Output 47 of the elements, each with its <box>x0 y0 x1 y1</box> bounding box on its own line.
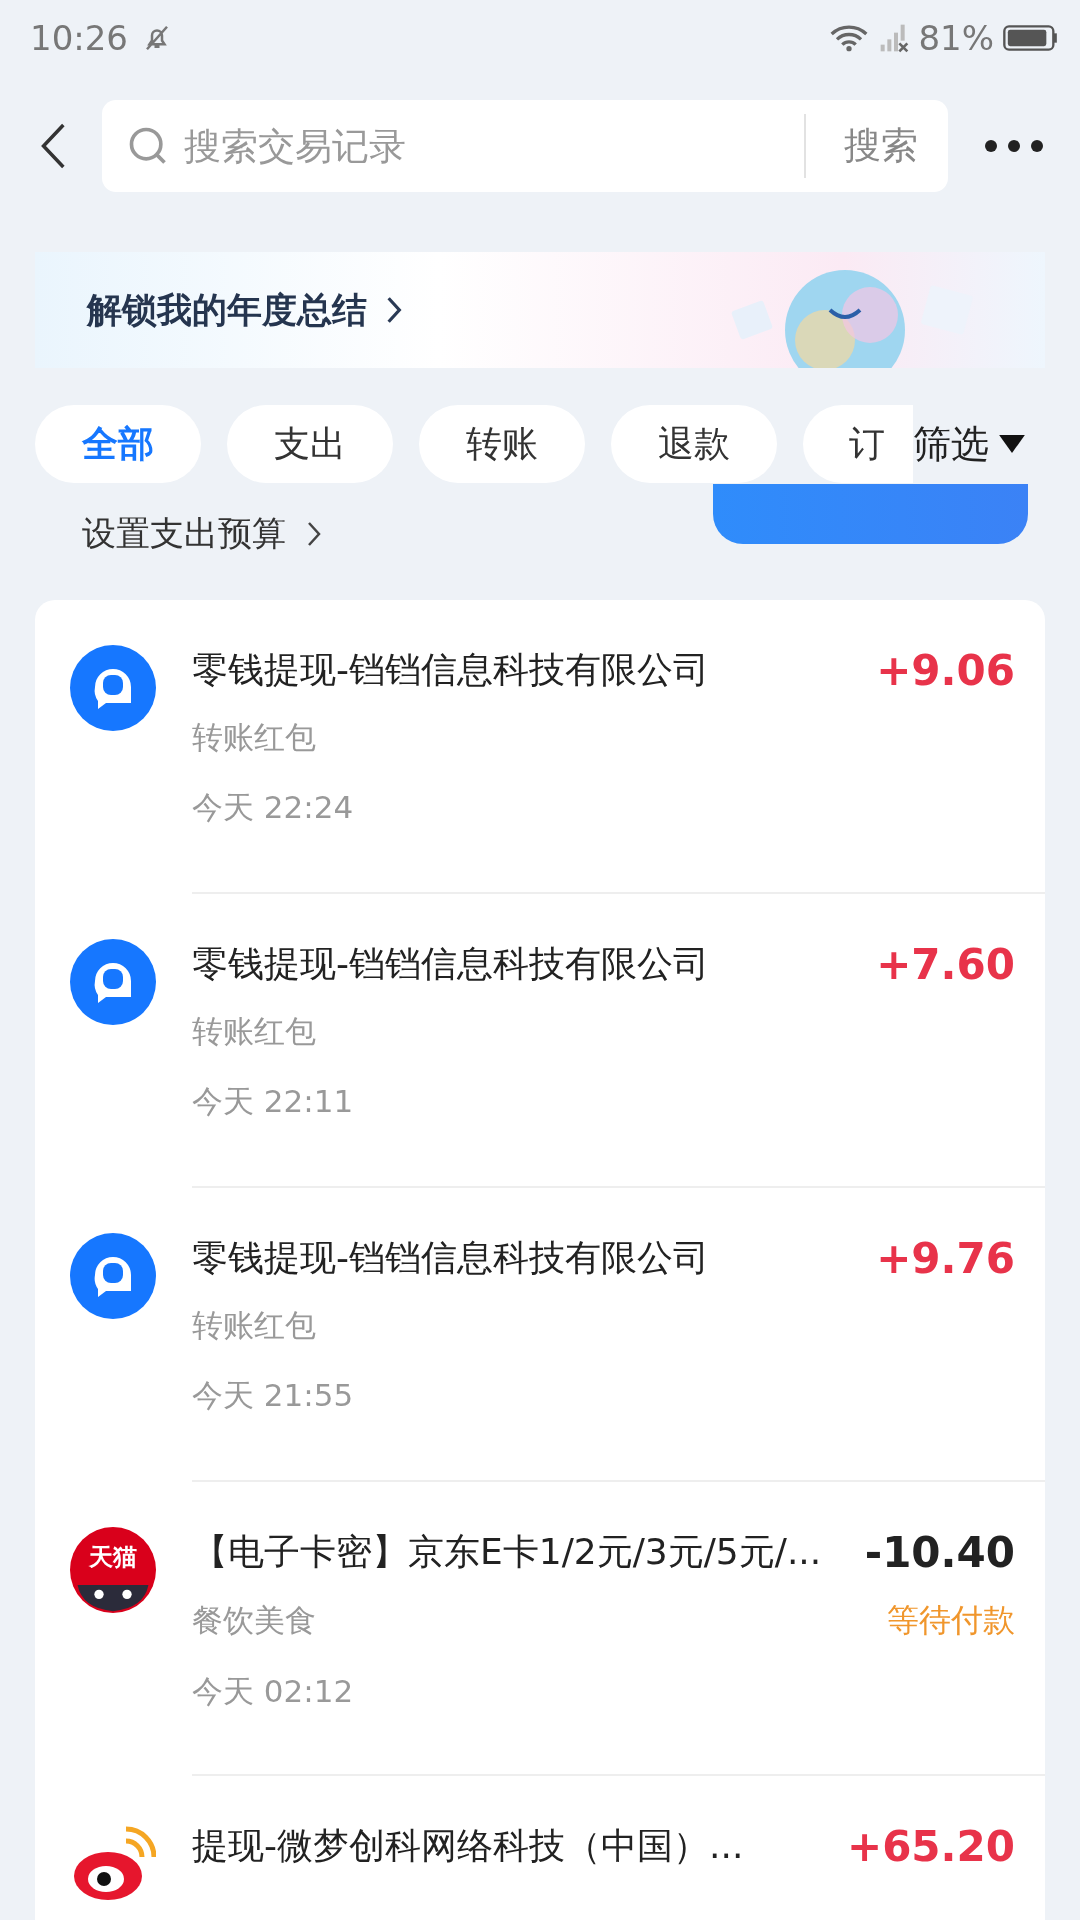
filter-tab[interactable]: 全部 <box>35 405 201 483</box>
filter-tab[interactable]: 退款 <box>611 405 777 483</box>
chevron-icon <box>385 295 403 325</box>
transaction-row[interactable]: 零钱提现-铛铛信息科技有限公司 +9.06 转账红包 今天 22:24 <box>35 600 1045 894</box>
transaction-row[interactable]: 零钱提现-铛铛信息科技有限公司 +7.60 转账红包 今天 22:11 <box>35 894 1045 1188</box>
more-icon[interactable] <box>982 139 1046 153</box>
transaction-title: 【电子卡密】京东E卡1/2元/3元/5元/... <box>192 1530 822 1574</box>
transaction-category: 转账红包 <box>192 1306 316 1345</box>
transaction-amount: +65.20 <box>846 1822 1015 1871</box>
filter-button[interactable]: 筛选 <box>913 418 989 470</box>
transaction-time: 今天 21:55 <box>192 1376 355 1415</box>
chevron-icon <box>306 520 322 548</box>
transaction-amount: +7.60 <box>876 940 1015 989</box>
search-field[interactable]: 搜索交易记录 搜索 <box>102 100 948 192</box>
filter-tab[interactable]: 订 <box>803 405 913 483</box>
transaction-time: 今天 22:11 <box>192 1082 355 1121</box>
transaction-amount: -10.40 <box>864 1528 1015 1577</box>
transaction-category: 转账红包 <box>192 1012 316 1051</box>
search-button[interactable]: 搜索 <box>818 121 918 171</box>
signal-icon <box>878 22 911 54</box>
transaction-row[interactable]: 提现-微梦创科网络科技（中国）... +65.20 <box>35 1776 1045 1920</box>
transaction-status: 等待付款 <box>887 1600 1015 1641</box>
dropdown-icon <box>999 435 1025 453</box>
transaction-title: 提现-微梦创科网络科技（中国）... <box>192 1824 744 1868</box>
transaction-time: 今天 02:12 <box>192 1672 355 1711</box>
transaction-time: 今天 22:24 <box>192 788 355 827</box>
transaction-title: 零钱提现-铛铛信息科技有限公司 <box>192 942 709 986</box>
battery-percent: 81% <box>918 18 994 58</box>
transaction-title: 零钱提现-铛铛信息科技有限公司 <box>192 648 709 692</box>
budget-link[interactable]: 设置支出预算 <box>82 511 286 557</box>
year-summary-banner[interactable]: 解锁我的年度总结 <box>35 252 1045 368</box>
transaction-row[interactable]: 零钱提现-铛铛信息科技有限公司 +9.76 转账红包 今天 21:55 <box>35 1188 1045 1482</box>
transaction-row[interactable]: 天猫 【电子卡密】京东E卡1/2元/3元/5元/... -10.40 餐饮美食 等待付款 今天 02:12 <box>35 1482 1045 1776</box>
chat-bubble-icon <box>70 645 156 731</box>
transaction-title: 零钱提现-铛铛信息科技有限公司 <box>192 1236 709 1280</box>
transaction-amount: +9.06 <box>876 646 1015 695</box>
chat-bubble-icon <box>70 1233 156 1319</box>
transaction-category: 餐饮美食 <box>192 1601 316 1640</box>
battery-icon <box>1002 24 1058 52</box>
chat-bubble-icon <box>70 939 156 1025</box>
filter-tab[interactable]: 支出 <box>227 405 393 483</box>
transaction-category: 转账红包 <box>192 718 316 757</box>
tmall-icon: 天猫 <box>70 1527 156 1613</box>
filter-tab[interactable]: 转账 <box>419 405 585 483</box>
status-time: 10:26 <box>30 18 128 58</box>
transaction-amount: +9.76 <box>876 1234 1015 1283</box>
banner-title: 解锁我的年度总结 <box>87 288 367 332</box>
